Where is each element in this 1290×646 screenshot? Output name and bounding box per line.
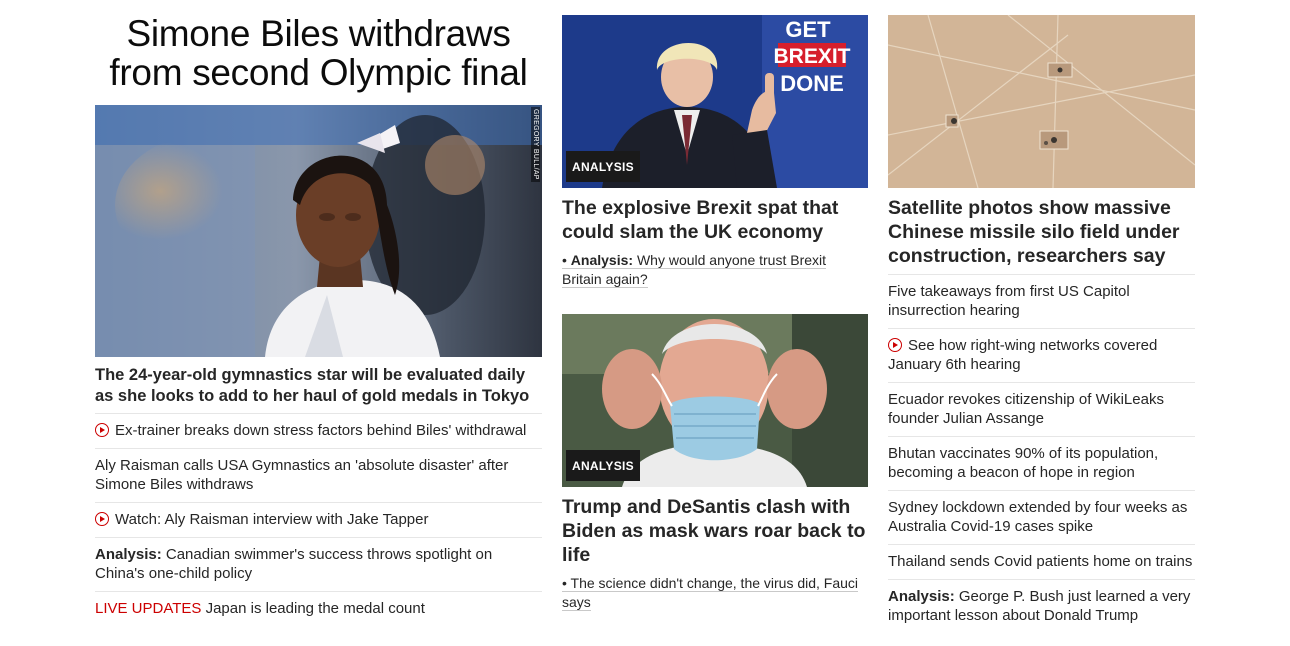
related-link[interactable]: Analysis: Canadian swimmer's success thr… bbox=[95, 546, 492, 582]
satellite-image[interactable] bbox=[888, 15, 1195, 188]
list-item[interactable]: LIVE UPDATES Japan is leading the medal … bbox=[95, 592, 542, 626]
related-link[interactable]: Analysis: George P. Bush just learned a … bbox=[888, 588, 1190, 624]
related-link[interactable]: Bhutan vaccinates 90% of its population,… bbox=[888, 445, 1158, 481]
list-item[interactable]: Aly Raisman calls USA Gymnastics an 'abs… bbox=[95, 449, 542, 503]
sign-text-brexit: BREXIT bbox=[773, 45, 850, 68]
biles-photo bbox=[95, 105, 542, 357]
related-link[interactable]: Five takeaways from first US Capitol ins… bbox=[888, 283, 1130, 319]
list-item[interactable]: Analysis: Canadian swimmer's success thr… bbox=[95, 538, 542, 592]
story-card-brexit: GET BREXIT DONE ANALYSIS The explosive B… bbox=[562, 15, 868, 289]
list-item[interactable]: Ex-trainer breaks down stress factors be… bbox=[95, 414, 542, 449]
related-link[interactable]: Thailand sends Covid patients home on tr… bbox=[888, 553, 1192, 570]
play-circle-icon bbox=[95, 512, 109, 526]
lead-story: Simone Biles withdraws from second Olymp… bbox=[95, 0, 542, 626]
list-item[interactable]: Analysis: George P. Bush just learned a … bbox=[888, 580, 1195, 633]
satellite-headline[interactable]: Satellite photos show massive Chinese mi… bbox=[888, 196, 1195, 275]
related-link[interactable]: Ecuador revokes citizenship of WikiLeaks… bbox=[888, 391, 1164, 427]
lead-story-related-links: Ex-trainer breaks down stress factors be… bbox=[95, 414, 542, 626]
brexit-related: • Analysis: Why would anyone trust Brexi… bbox=[562, 251, 868, 289]
right-related-links: Five takeaways from first US Capitol ins… bbox=[888, 275, 1195, 633]
play-circle-icon bbox=[888, 338, 902, 352]
related-link[interactable]: See how right-wing networks covered Janu… bbox=[888, 337, 1157, 373]
brexit-related-link[interactable]: • Analysis: Why would anyone trust Brexi… bbox=[562, 252, 827, 288]
analysis-badge: ANALYSIS bbox=[566, 450, 640, 481]
list-item[interactable]: Watch: Aly Raisman interview with Jake T… bbox=[95, 503, 542, 538]
middle-stories: GET BREXIT DONE ANALYSIS The explosive B… bbox=[562, 0, 868, 612]
story-card-mask-wars: ANALYSIS Trump and DeSantis clash with B… bbox=[562, 314, 868, 612]
right-stories: Satellite photos show massive Chinese mi… bbox=[888, 0, 1195, 633]
mask-wars-headline[interactable]: Trump and DeSantis clash with Biden as m… bbox=[562, 495, 868, 567]
list-item[interactable]: Thailand sends Covid patients home on tr… bbox=[888, 545, 1195, 580]
related-link[interactable]: Sydney lockdown extended by four weeks a… bbox=[888, 499, 1187, 535]
sign-text-get: GET bbox=[785, 17, 831, 42]
analysis-label: Analysis: bbox=[888, 588, 955, 605]
related-link[interactable]: Watch: Aly Raisman interview with Jake T… bbox=[95, 511, 428, 528]
list-item[interactable]: Ecuador revokes citizenship of WikiLeaks… bbox=[888, 383, 1195, 437]
lead-story-subhead[interactable]: The 24-year-old gymnastics star will be … bbox=[95, 365, 542, 414]
satellite-photo bbox=[888, 15, 1195, 188]
lead-story-image[interactable]: GREGORY BULL/AP bbox=[95, 105, 542, 357]
list-item[interactable]: Five takeaways from first US Capitol ins… bbox=[888, 275, 1195, 329]
related-link[interactable]: Ex-trainer breaks down stress factors be… bbox=[95, 422, 526, 439]
analysis-label: Analysis: bbox=[95, 546, 162, 563]
photo-credit: GREGORY BULL/AP bbox=[531, 107, 540, 182]
related-link[interactable]: LIVE UPDATES Japan is leading the medal … bbox=[95, 600, 425, 617]
live-updates-label: LIVE UPDATES bbox=[95, 600, 202, 617]
list-item[interactable]: See how right-wing networks covered Janu… bbox=[888, 329, 1195, 383]
brexit-image[interactable]: GET BREXIT DONE ANALYSIS bbox=[562, 15, 868, 188]
brexit-headline[interactable]: The explosive Brexit spat that could sla… bbox=[562, 196, 868, 244]
analysis-label: Analysis: bbox=[570, 252, 634, 268]
related-link[interactable]: Aly Raisman calls USA Gymnastics an 'abs… bbox=[95, 457, 508, 493]
analysis-badge: ANALYSIS bbox=[566, 151, 640, 182]
biden-image[interactable]: ANALYSIS bbox=[562, 314, 868, 487]
sign-text-done: DONE bbox=[780, 71, 844, 96]
mask-wars-related-link[interactable]: • The science didn't change, the virus d… bbox=[562, 575, 859, 611]
list-item[interactable]: Bhutan vaccinates 90% of its population,… bbox=[888, 437, 1195, 491]
lead-story-title[interactable]: Simone Biles withdraws from second Olymp… bbox=[95, 14, 542, 92]
list-item[interactable]: Sydney lockdown extended by four weeks a… bbox=[888, 491, 1195, 545]
mask-wars-related: • The science didn't change, the virus d… bbox=[562, 574, 868, 612]
play-circle-icon bbox=[95, 423, 109, 437]
